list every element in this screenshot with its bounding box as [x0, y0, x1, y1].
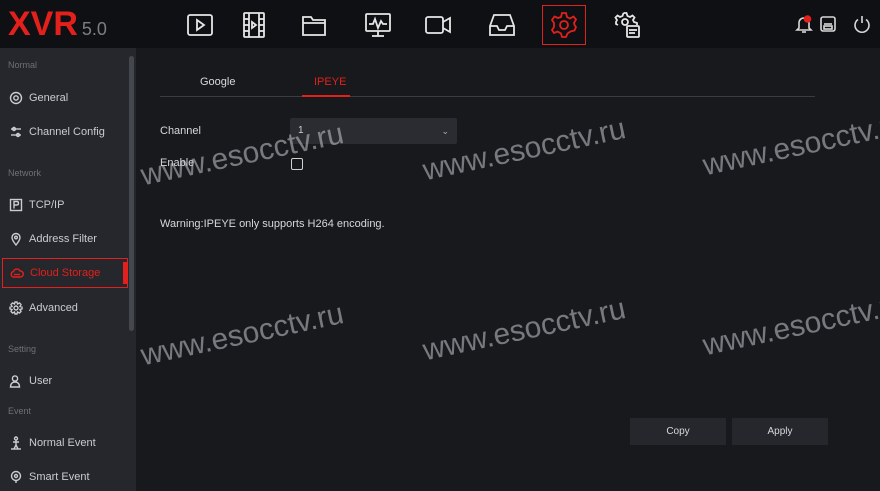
watermark: www.esocctv.ru [700, 107, 880, 183]
sidebar-item-label: General [29, 92, 69, 104]
section-label-normal: Normal [8, 60, 38, 70]
encoding-warning: Warning:IPEYE only supports H264 encodin… [160, 218, 385, 230]
enable-label: Enable [160, 157, 195, 169]
sidebar-item-channel-config[interactable]: Channel Config [2, 117, 128, 147]
top-bar: XVR 5.0 [0, 0, 880, 48]
sidebar-item-label: Cloud Storage [30, 267, 101, 279]
sidebar-scrollbar[interactable] [129, 56, 134, 331]
section-label-event: Event [8, 406, 32, 416]
parking-p-icon [8, 197, 24, 213]
sidebar-item-cloud-storage[interactable]: Cloud Storage [2, 258, 128, 288]
tab-divider [160, 96, 815, 97]
channel-select-value: 1 [298, 125, 304, 136]
power-icon[interactable] [852, 14, 872, 34]
alarm-bell-icon[interactable] [794, 14, 814, 34]
enable-checkbox[interactable] [291, 158, 303, 170]
logo-brand: XVR [8, 5, 78, 43]
sidebar-item-label: Advanced [29, 302, 78, 314]
sidebar-item-label: Address Filter [29, 233, 97, 245]
camera-icon[interactable] [416, 5, 460, 45]
sidebar-item-label: TCP/IP [29, 199, 65, 211]
watermark: www.esocctv.ru [700, 287, 880, 363]
playback-icon[interactable] [178, 5, 222, 45]
sidebar-item-smart-event[interactable]: Smart Event [2, 462, 128, 491]
channel-label: Channel [160, 125, 201, 137]
folder-icon[interactable] [292, 5, 336, 45]
advanced-settings-icon[interactable] [606, 5, 650, 45]
smart-event-icon [8, 469, 24, 485]
watermark: www.esocctv.ru [138, 297, 347, 373]
section-label-setting: Setting [8, 344, 37, 354]
sidebar-item-advanced[interactable]: Advanced [2, 293, 128, 323]
active-tab-underline [302, 95, 350, 97]
sidebar: Normal General Channel Config Network TC… [0, 48, 136, 491]
record-status-icon[interactable] [818, 14, 838, 34]
storage-icon[interactable] [480, 5, 524, 45]
sidebar-item-address-filter[interactable]: Address Filter [2, 224, 128, 254]
sidebar-item-tcpip[interactable]: TCP/IP [2, 190, 128, 220]
gear-icon [8, 90, 24, 106]
logo-version: 5.0 [81, 19, 107, 39]
sidebar-item-label: Normal Event [29, 437, 96, 449]
user-icon [8, 373, 24, 389]
watermark: www.esocctv.ru [420, 292, 629, 368]
tab-ipeye[interactable]: IPEYE [314, 76, 346, 88]
sidebar-item-general[interactable]: General [2, 83, 128, 113]
apply-button[interactable]: Apply [732, 418, 828, 445]
sidebar-item-user[interactable]: User [2, 366, 128, 396]
advanced-gear-icon [8, 300, 24, 316]
person-event-icon [8, 435, 24, 451]
sidebar-item-label: User [29, 375, 53, 387]
sliders-icon [8, 124, 24, 140]
section-label-network: Network [8, 168, 42, 178]
sidebar-item-normal-event[interactable]: Normal Event [2, 428, 128, 458]
active-indicator [123, 262, 127, 284]
sidebar-item-label: Channel Config [29, 126, 105, 138]
channel-select[interactable]: 1 ⌄ [290, 118, 457, 144]
system-info-icon[interactable] [356, 5, 400, 45]
sidebar-item-label: Smart Event [29, 471, 90, 483]
logo: XVR 5.0 [8, 6, 107, 42]
cloud-icon [9, 265, 25, 281]
chevron-down-icon: ⌄ [441, 126, 449, 136]
settings-icon[interactable] [542, 5, 586, 45]
tab-google[interactable]: Google [200, 76, 235, 88]
copy-button[interactable]: Copy [630, 418, 726, 445]
video-clip-icon[interactable] [232, 5, 276, 45]
location-pin-icon [8, 231, 24, 247]
